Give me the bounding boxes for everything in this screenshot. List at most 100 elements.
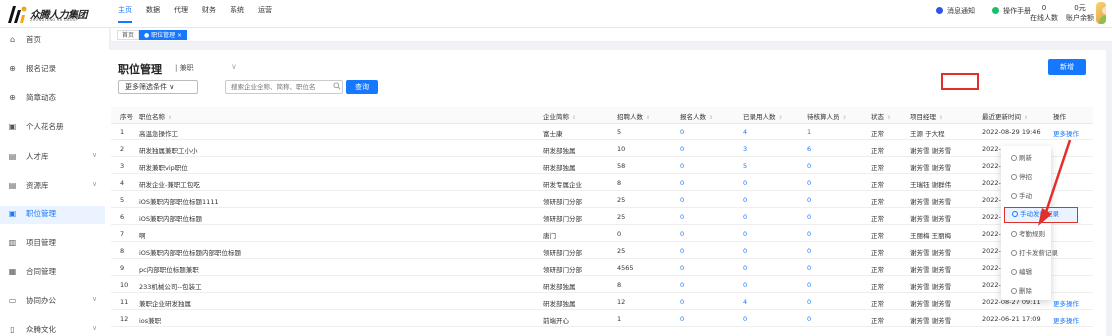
count-link[interactable]: 4 (743, 298, 747, 306)
count-link[interactable]: 0 (743, 196, 747, 204)
column-header[interactable]: 已录用人数 ⇕ (743, 111, 783, 121)
sort-icon[interactable]: ⇕ (939, 115, 943, 121)
table-row[interactable]: 4 研发企业-兼职工包吃 研发专属企业 8 0 0 0 正常 王瑞钰 谢群伟 2022-0 (111, 175, 1093, 191)
count-link[interactable]: 0 (680, 315, 684, 323)
count-link[interactable]: 0 (743, 247, 747, 255)
count-link[interactable]: 0 (807, 162, 811, 170)
query-button[interactable]: 查询 (346, 80, 378, 94)
count-link[interactable]: 0 (743, 213, 747, 221)
sort-icon[interactable]: ⇕ (168, 115, 172, 121)
count-link[interactable]: 0 (743, 179, 747, 187)
count-link[interactable]: 0 (680, 128, 684, 136)
count-link[interactable]: 0 (680, 247, 684, 255)
count-link[interactable]: 0 (743, 281, 747, 289)
count-link[interactable]: 0 (680, 230, 684, 238)
table-row[interactable]: 6 iOS兼职内部职位标题 领研部门分部 25 0 0 0 正常 谢芳雪 谢芳雪 2022-0 (111, 209, 1093, 225)
more-actions-link[interactable]: 更多操作 (1053, 298, 1079, 308)
count-link[interactable]: 0 (680, 281, 684, 289)
column-header[interactable]: 最近更新时间 ⇕ (982, 111, 1028, 121)
table-row[interactable]: 7 啊唐门 0 0 0 0 正常 王丽梅 王丽梅 2022-0 (111, 226, 1093, 242)
sidebar-item[interactable]: ⊕ 简章动态 (0, 90, 110, 108)
sort-icon[interactable]: ⇕ (1024, 115, 1028, 121)
count-link[interactable]: 0 (680, 298, 684, 306)
sidebar-item[interactable]: ▣ 个人花名册 (0, 119, 110, 137)
sidebar-item[interactable]: ▣ 职位管理 (0, 206, 110, 224)
sort-icon[interactable]: ⇕ (887, 115, 891, 121)
tab-job-management[interactable]: ● 职位管理 × (139, 30, 188, 40)
count-link[interactable]: 0 (807, 264, 811, 272)
sidebar-item[interactable]: ⊕ 报名记录 (0, 61, 110, 79)
sort-icon[interactable]: ⇕ (779, 115, 783, 121)
more-filters-button[interactable]: 更多筛选条件 ∨ (118, 80, 198, 94)
count-link[interactable]: 0 (743, 315, 747, 323)
more-actions-link[interactable]: 更多操作 (1053, 128, 1079, 138)
top-nav-item[interactable]: 主页 (118, 0, 132, 28)
count-link[interactable]: 0 (807, 247, 811, 255)
column-header[interactable]: 项目经理 ⇕ (910, 111, 943, 121)
column-header[interactable]: 待核算人员 ⇕ (807, 111, 847, 121)
sort-icon[interactable]: ⇕ (572, 115, 576, 121)
count-link[interactable]: 0 (680, 213, 684, 221)
sidebar-item[interactable]: ⌂ 首页 (0, 32, 110, 50)
count-link[interactable]: 0 (807, 281, 811, 289)
count-link[interactable]: 0 (680, 264, 684, 272)
balance-stat[interactable]: 0元 账户余额 (1063, 3, 1097, 23)
count-link[interactable]: 0 (680, 162, 684, 170)
dropdown-item[interactable]: 删除 (1001, 283, 1061, 299)
new-button[interactable]: 新增 (1048, 59, 1086, 75)
count-link[interactable]: 0 (807, 315, 811, 323)
column-header[interactable]: 招聘人数 ⇕ (617, 111, 650, 121)
count-link[interactable]: 4 (743, 128, 747, 136)
table-row[interactable]: 12 ios兼职 前端开心 1 0 0 0 正常 谢芳雪 谢芳雪 2022-06-21 17:09… (111, 311, 1093, 327)
search-input[interactable] (225, 80, 343, 94)
column-header[interactable]: 报名人数 ⇕ (680, 111, 713, 121)
more-actions-link[interactable]: 更多操作 (1053, 315, 1079, 325)
table-row[interactable]: 8 iOS兼职内部职位标题内部职位标题 领研部门分部 25 0 0 0 正常 谢芳雪 谢芳雪 20… (111, 243, 1093, 259)
table-row[interactable]: 5 iOS兼职内部职位标题1111 领研部门分部 25 0 0 0 正常 谢芳雪 谢芳雪 2022… (111, 192, 1093, 208)
dropdown-item[interactable]: 编辑 (1001, 264, 1061, 280)
sidebar-item[interactable]: ▭ 协同办公 ∨ (0, 293, 110, 311)
count-link[interactable]: 0 (807, 230, 811, 238)
count-link[interactable]: 0 (680, 179, 684, 187)
count-link[interactable]: 0 (807, 196, 811, 204)
count-link[interactable]: 0 (743, 264, 747, 272)
table-row[interactable]: 11 兼职企业研发独属 研发部独属 12 0 4 0 正常 谢芳雪 谢芳雪 2022-08-27 … (111, 294, 1093, 310)
column-header[interactable]: 职位名称 ⇕ (139, 111, 172, 121)
table-row[interactable]: 1 高温急操作工 富士康 5 0 4 1 正常 王源 于大程 2022-08-29 19:46 更多… (111, 124, 1093, 140)
sidebar-item[interactable]: ▤ 人才库 ∨ (0, 149, 110, 167)
sidebar-item[interactable]: ▦ 合同管理 (0, 264, 110, 282)
count-link[interactable]: 0 (743, 230, 747, 238)
avatar[interactable] (1096, 2, 1106, 24)
count-link[interactable]: 0 (807, 179, 811, 187)
table-row[interactable]: 9 pc内部职位标题兼职 领研部门分部 4565 0 0 0 正常 谢芳雪 谢芳雪 2022-0 (111, 260, 1093, 276)
top-nav-item[interactable]: 系统 (230, 0, 244, 28)
count-link[interactable]: 6 (807, 145, 811, 153)
table-row[interactable]: 3 研发兼职vip职位 研发部独属 58 0 5 0 正常 谢芳雪 谢芳雪 2022-0 (111, 158, 1093, 174)
manual-link[interactable]: 操作手册 (992, 6, 1031, 16)
tab-home[interactable]: 首页 (117, 30, 140, 40)
dropdown-item[interactable]: 打卡发薪记录 (1001, 245, 1061, 261)
search-icon[interactable] (333, 82, 341, 90)
top-nav-item[interactable]: 运营 (258, 0, 272, 28)
sidebar-item[interactable]: ▥ 项目管理 (0, 235, 110, 253)
count-link[interactable]: 0 (680, 145, 684, 153)
column-header[interactable]: 状态 ⇕ (871, 111, 891, 121)
count-link[interactable]: 0 (807, 213, 811, 221)
sort-icon[interactable]: ⇕ (646, 115, 650, 121)
count-link[interactable]: 3 (743, 145, 747, 153)
sidebar-item[interactable]: ▯ 众腾文化 ∨ (0, 322, 110, 336)
top-nav-item[interactable]: 代理 (174, 0, 188, 28)
sort-icon[interactable]: ⇕ (709, 115, 713, 121)
table-row[interactable]: 10 233机械公司--包装工 研发部独属 8 0 0 0 正常 谢芳雪 谢芳雪 2022-0 (111, 277, 1093, 293)
top-nav-item[interactable]: 财务 (202, 0, 216, 28)
top-nav-item[interactable]: 数据 (146, 0, 160, 28)
table-row[interactable]: 2 研发独属兼职工小小 研发部独属 10 0 3 6 正常 谢芳雪 谢芳雪 2022-0 (111, 141, 1093, 157)
chevron-down-icon[interactable]: ∨ (231, 62, 237, 71)
notice-link[interactable]: 消息通知 (936, 6, 975, 16)
count-link[interactable]: 0 (807, 298, 811, 306)
count-link[interactable]: 1 (807, 128, 811, 136)
column-header[interactable]: 企业简称 ⇕ (543, 111, 576, 121)
sidebar-item[interactable]: ▤ 资源库 ∨ (0, 178, 110, 196)
brand-logo[interactable]: 众腾人力集团 ZHONGTENG HR GROUP (6, 4, 98, 24)
sort-icon[interactable]: ⇕ (843, 115, 847, 121)
